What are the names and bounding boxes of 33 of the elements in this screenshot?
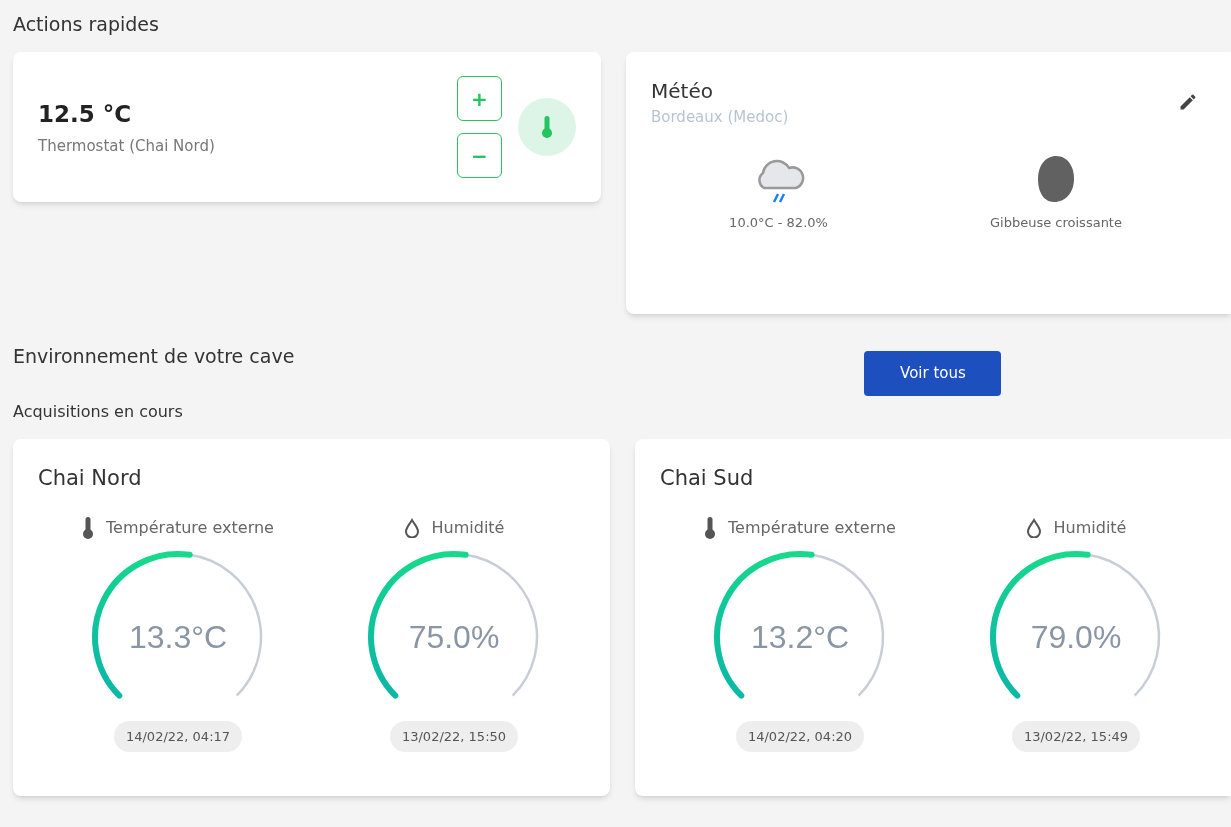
timestamp-badge: 14/02/22, 04:20: [735, 720, 865, 752]
section-title: Environnement de votre cave: [13, 344, 295, 369]
sensor-label: Température externe: [106, 516, 274, 539]
sensor-label: Humidité: [1053, 516, 1127, 539]
gauge-reading: 13.3°C: [128, 617, 228, 657]
sensor-label: Humidité: [431, 516, 505, 539]
see-all-button[interactable]: Voir tous: [864, 351, 1002, 396]
gauge-reading: 13.2°C: [750, 617, 850, 657]
cellar-title: Chai Nord: [38, 465, 142, 492]
section-title: Actions rapides: [13, 12, 159, 36]
weather-title: Météo: [651, 78, 713, 105]
weather-conditions: 10.0°C - 82.0%: [729, 213, 828, 232]
decrease-button[interactable]: −: [457, 133, 502, 178]
gauge-reading: 75.0%: [408, 617, 500, 657]
section-subtitle: Acquisitions en cours: [13, 401, 183, 423]
gauge-reading: 79.0%: [1030, 617, 1122, 657]
timestamp-badge: 14/02/22, 04:17: [113, 720, 243, 752]
thermometer-icon: [541, 113, 553, 141]
thermostat-label: Thermostat (Chai Nord): [38, 136, 215, 157]
water-drop-icon: [403, 517, 420, 538]
cellar-title: Chai Sud: [660, 465, 754, 492]
thermometer-icon: [82, 514, 95, 541]
moon-phase: Gibbeuse croissante: [990, 213, 1122, 232]
timestamp-badge: 13/02/22, 15:49: [1011, 720, 1141, 752]
moon-icon: [1037, 154, 1075, 203]
thermometer-icon: [704, 514, 717, 541]
water-drop-icon: [1025, 517, 1042, 538]
edit-icon[interactable]: [1178, 92, 1198, 112]
increase-button[interactable]: +: [457, 76, 502, 121]
sensor-label: Température externe: [728, 516, 896, 539]
timestamp-badge: 13/02/22, 15:50: [389, 720, 519, 752]
thermostat-value: 12.5 °C: [38, 99, 132, 129]
weather-location: Bordeaux (Medoc): [651, 107, 789, 128]
